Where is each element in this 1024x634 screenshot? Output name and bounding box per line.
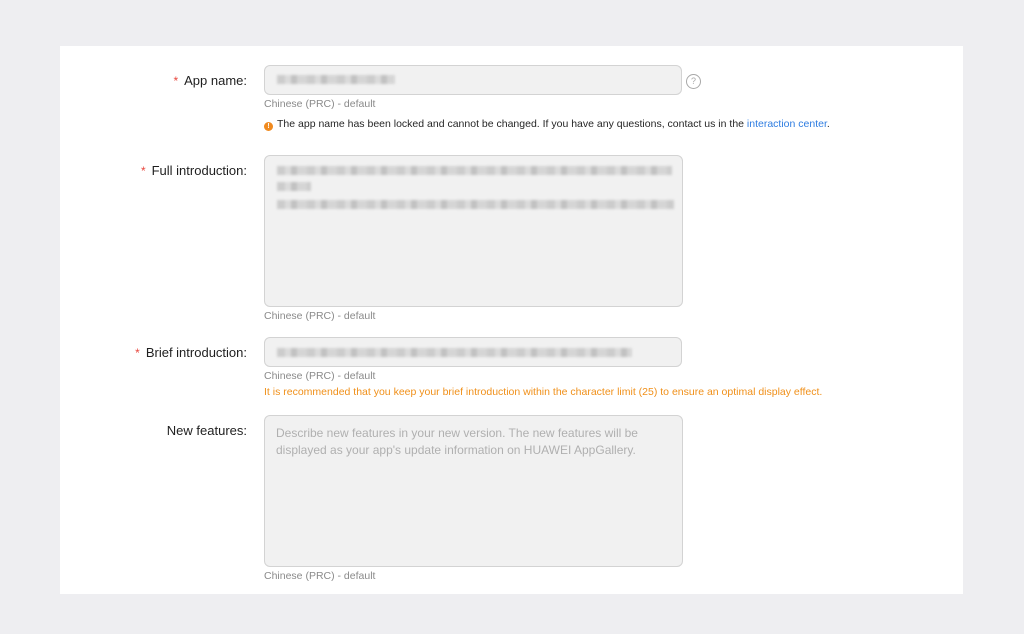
interaction-center-link[interactable]: interaction center bbox=[747, 118, 827, 130]
question-circle-icon[interactable]: ? bbox=[686, 74, 701, 89]
required-mark: * bbox=[173, 74, 179, 88]
blurred-text bbox=[277, 75, 395, 84]
new-features-placeholder: Describe new features in your new versio… bbox=[276, 426, 638, 457]
blurred-text bbox=[277, 166, 672, 175]
warning-icon: ! bbox=[264, 122, 273, 131]
required-mark: * bbox=[140, 164, 146, 178]
brief-introduction-input[interactable] bbox=[264, 337, 682, 367]
app-name-language-caption: Chinese (PRC) - default bbox=[264, 98, 376, 110]
brief-introduction-length-hint: It is recommended that you keep your bri… bbox=[264, 386, 823, 398]
required-mark: * bbox=[135, 346, 140, 360]
brief-introduction-label: * Brief introduction: bbox=[135, 345, 247, 360]
full-introduction-language-caption: Chinese (PRC) - default bbox=[264, 310, 376, 322]
blurred-text bbox=[277, 182, 311, 191]
app-name-input[interactable] bbox=[264, 65, 682, 95]
new-features-language-caption: Chinese (PRC) - default bbox=[264, 570, 376, 582]
full-introduction-textarea[interactable] bbox=[264, 155, 683, 307]
blurred-text bbox=[277, 200, 674, 209]
app-name-label: * App name: bbox=[173, 73, 247, 88]
blurred-text bbox=[277, 348, 632, 357]
app-name-lock-notice: ! The app name has been locked and cannot… bbox=[264, 118, 830, 131]
app-info-form: * App name: ? Chinese (PRC) - default ! Th… bbox=[60, 46, 963, 594]
full-introduction-label: * Full introduction: bbox=[140, 163, 247, 178]
new-features-textarea[interactable]: Describe new features in your new versio… bbox=[264, 415, 683, 567]
brief-introduction-language-caption: Chinese (PRC) - default bbox=[264, 370, 376, 382]
new-features-label: New features: bbox=[166, 423, 247, 438]
